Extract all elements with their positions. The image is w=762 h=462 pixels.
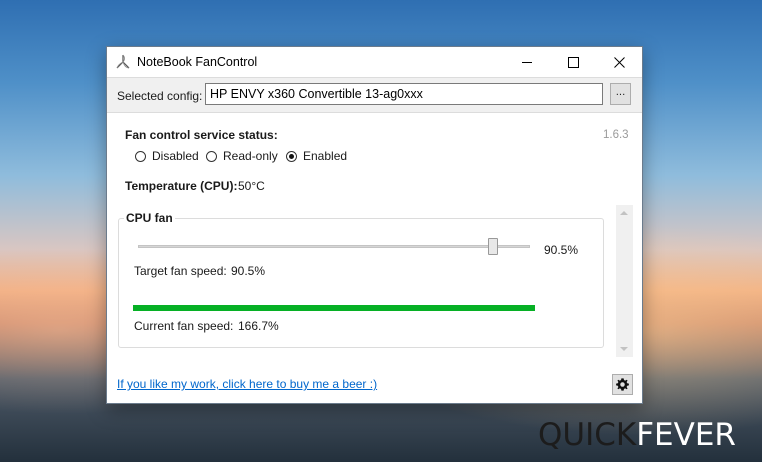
- watermark: QUICKFEVER: [538, 420, 736, 451]
- version-label: 1.6.3: [603, 129, 629, 141]
- target-speed-label: Target fan speed:: [134, 264, 227, 278]
- temperature-label: Temperature (CPU):: [125, 179, 238, 193]
- radio-button[interactable]: [135, 150, 146, 162]
- app-window: NoteBook FanControl Selected config: HP …: [106, 46, 643, 404]
- gear-icon: [616, 378, 629, 391]
- temperature-value: 50°C: [238, 179, 265, 193]
- maximize-button[interactable]: [550, 47, 596, 77]
- browse-config-button[interactable]: ...: [610, 83, 631, 105]
- minimize-icon: [521, 61, 532, 63]
- progress-fill: [133, 305, 535, 311]
- settings-button[interactable]: [612, 374, 633, 395]
- radio-label: Disabled: [152, 149, 199, 163]
- maximize-icon: [567, 56, 579, 68]
- minimize-button[interactable]: [504, 47, 550, 77]
- window-title: NoteBook FanControl: [137, 55, 258, 69]
- current-speed-label: Current fan speed:: [134, 319, 234, 333]
- slider-value: 90.5%: [544, 243, 579, 257]
- target-speed-value: 90.5%: [231, 264, 266, 278]
- radio-label: Enabled: [303, 149, 348, 163]
- radio-label: Read-only: [223, 149, 278, 163]
- title-bar[interactable]: NoteBook FanControl: [107, 47, 642, 77]
- fan-icon: [115, 54, 131, 70]
- fan-speed-slider-track[interactable]: [138, 245, 530, 248]
- config-label: Selected config:: [117, 89, 203, 103]
- scroll-up-icon[interactable]: [620, 211, 628, 215]
- close-button[interactable]: [596, 47, 642, 77]
- config-bar: Selected config: HP ENVY x360 Convertibl…: [107, 77, 642, 113]
- vertical-scrollbar[interactable]: [616, 205, 633, 357]
- fan-speed-slider-thumb[interactable]: [487, 238, 498, 255]
- cpu-fan-title: CPU fan: [124, 211, 175, 225]
- radio-button[interactable]: [286, 150, 297, 162]
- close-icon: [613, 56, 625, 68]
- current-speed-value: 166.7%: [238, 319, 279, 333]
- radio-read-only[interactable]: Read-only: [206, 149, 278, 163]
- fan-speed-progress-bar: [133, 305, 535, 311]
- radio-disabled[interactable]: Disabled: [135, 149, 199, 163]
- config-field[interactable]: HP ENVY x360 Convertible 13-ag0xxx: [205, 83, 603, 105]
- watermark-part1: QUICK: [538, 417, 637, 453]
- watermark-part2: FEVER: [636, 417, 736, 453]
- service-status-label: Fan control service status:: [125, 128, 278, 142]
- radio-enabled[interactable]: Enabled: [286, 149, 347, 163]
- radio-button[interactable]: [206, 150, 217, 162]
- donate-link[interactable]: If you like my work, click here to buy m…: [117, 377, 377, 391]
- scroll-down-icon[interactable]: [620, 347, 628, 351]
